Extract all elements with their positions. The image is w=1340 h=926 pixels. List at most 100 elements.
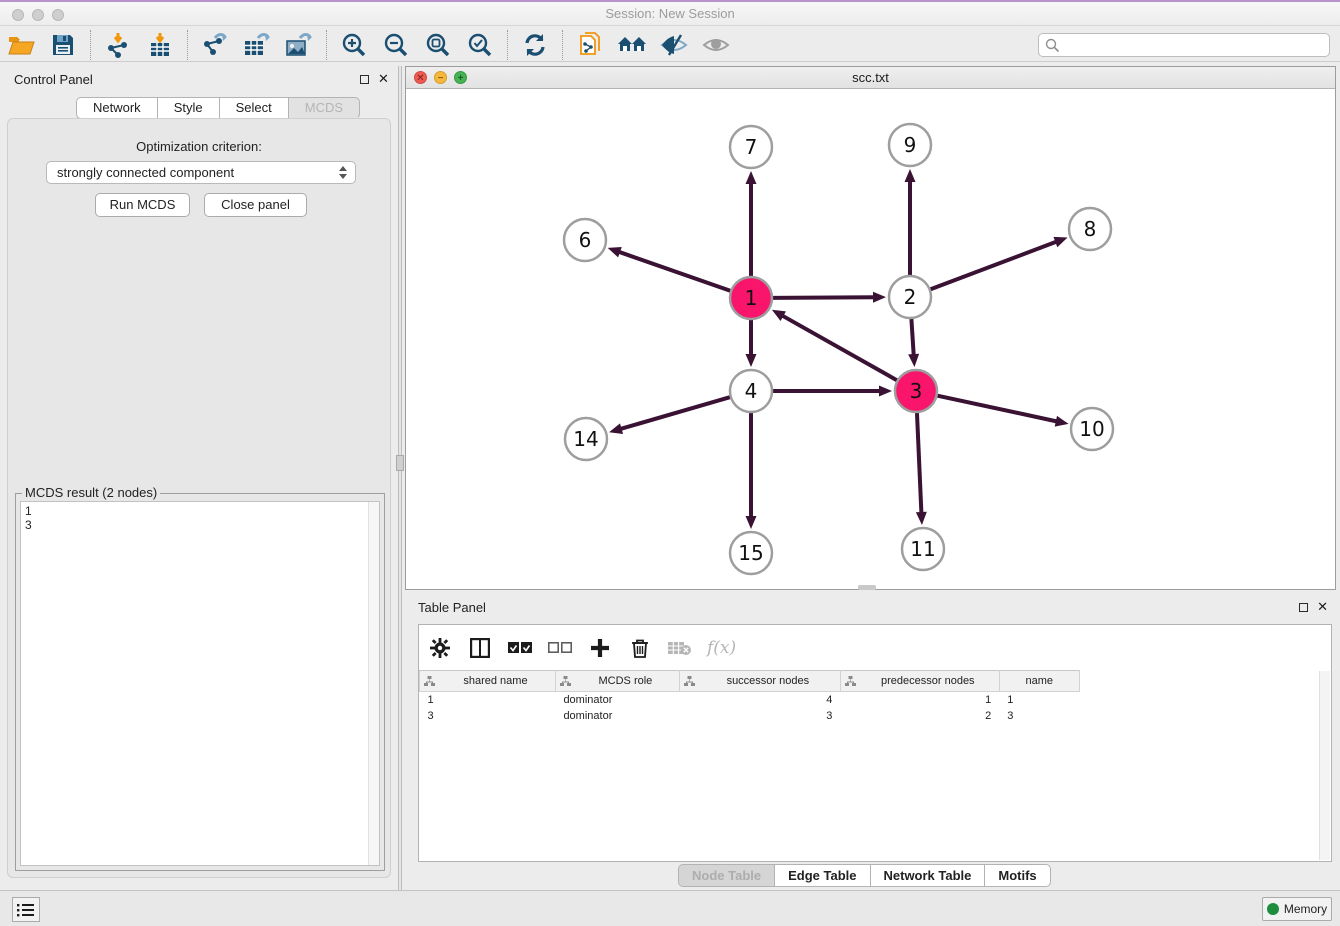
edge-2-8[interactable]: [931, 237, 1068, 289]
edge-3-1[interactable]: [772, 310, 897, 380]
column-panel-icon[interactable]: [467, 635, 493, 661]
node-2[interactable]: 2: [889, 276, 931, 318]
toolbar-separator: [507, 30, 508, 60]
zoom-out-icon[interactable]: [379, 30, 413, 60]
criterion-dropdown[interactable]: strongly connected component: [46, 161, 356, 184]
edge-1-4[interactable]: [746, 320, 757, 367]
close-panel-icon[interactable]: ✕: [378, 74, 389, 84]
column-header-predecessor-nodes[interactable]: predecessor nodes: [840, 671, 999, 692]
node-14[interactable]: 14: [565, 418, 607, 460]
table-row[interactable]: 1dominator411: [420, 692, 1332, 708]
search-input[interactable]: [1060, 35, 1329, 55]
column-header-successor-nodes[interactable]: successor nodes: [679, 671, 840, 692]
node-3[interactable]: 3: [895, 370, 937, 412]
edge-3-10[interactable]: [938, 396, 1069, 427]
tab-style[interactable]: Style: [157, 97, 220, 119]
tab-select[interactable]: Select: [219, 97, 289, 119]
edge-3-11[interactable]: [916, 413, 927, 525]
zoom-selected-icon[interactable]: [463, 30, 497, 60]
edge-1-7[interactable]: [746, 171, 757, 276]
table-cell[interactable]: 3: [679, 708, 840, 724]
table-cell[interactable]: 4: [679, 692, 840, 708]
import-network-icon[interactable]: [101, 30, 135, 60]
tab-motifs[interactable]: Motifs: [984, 864, 1050, 887]
unselect-all-columns-icon[interactable]: [547, 635, 573, 661]
export-image-icon[interactable]: [282, 30, 316, 60]
function-builder-icon[interactable]: f(x): [707, 638, 736, 658]
export-table-icon[interactable]: [240, 30, 274, 60]
network-close-icon[interactable]: ✕: [414, 71, 427, 84]
table-scrollbar[interactable]: [1319, 671, 1330, 860]
node-9[interactable]: 9: [889, 124, 931, 166]
network-canvas[interactable]: 7 9 6 8 1 2 4 3 14 10 15 11: [406, 89, 1335, 589]
edge-1-6[interactable]: [608, 247, 731, 291]
network-window-titlebar[interactable]: ✕ − + scc.txt: [406, 67, 1335, 89]
table-mode-gear-icon[interactable]: [427, 635, 453, 661]
clone-network-icon[interactable]: [573, 30, 607, 60]
zoom-in-icon[interactable]: [337, 30, 371, 60]
node-15[interactable]: 15: [730, 532, 772, 574]
edge-4-14[interactable]: [609, 397, 730, 434]
result-scrollbar[interactable]: [368, 502, 379, 865]
edge-4-15[interactable]: [746, 413, 757, 529]
hide-details-icon[interactable]: [699, 30, 733, 60]
search-field[interactable]: [1038, 33, 1330, 57]
network-minimize-icon[interactable]: −: [434, 71, 447, 84]
column-header-name[interactable]: name: [999, 671, 1079, 692]
tab-edge-table[interactable]: Edge Table: [774, 864, 870, 887]
table-cell[interactable]: 1: [420, 692, 556, 708]
table-cell[interactable]: dominator: [555, 708, 679, 724]
network-maximize-icon[interactable]: +: [454, 71, 467, 84]
node-11[interactable]: 11: [902, 528, 944, 570]
table-cell[interactable]: 3: [999, 708, 1079, 724]
add-column-icon[interactable]: [587, 635, 613, 661]
save-session-icon[interactable]: [46, 30, 80, 60]
window-zoom-button[interactable]: [52, 9, 64, 21]
float-window-icon[interactable]: [360, 75, 369, 84]
open-session-icon[interactable]: [4, 30, 38, 60]
mcds-result-text[interactable]: 1 3: [20, 501, 380, 866]
edge-2-9[interactable]: [905, 169, 916, 275]
table-cell[interactable]: dominator: [555, 692, 679, 708]
refresh-layout-icon[interactable]: [518, 30, 552, 60]
edge-4-3[interactable]: [773, 386, 892, 397]
delete-columns-icon[interactable]: [627, 635, 653, 661]
table-row[interactable]: 3dominator323: [420, 708, 1332, 724]
edge-1-2[interactable]: [773, 292, 886, 303]
table-cell[interactable]: 1: [999, 692, 1079, 708]
float-window-icon[interactable]: [1299, 603, 1308, 612]
node-10[interactable]: 10: [1071, 408, 1113, 450]
node-8[interactable]: 8: [1069, 208, 1111, 250]
close-panel-button[interactable]: Close panel: [204, 193, 307, 217]
delete-table-icon[interactable]: [667, 635, 693, 661]
import-table-icon[interactable]: [143, 30, 177, 60]
panel-splitter[interactable]: [398, 66, 402, 890]
select-all-columns-icon[interactable]: [507, 635, 533, 661]
window-minimize-button[interactable]: [32, 9, 44, 21]
node-1[interactable]: 1: [730, 277, 772, 319]
close-panel-icon[interactable]: ✕: [1317, 602, 1328, 612]
memory-button[interactable]: Memory: [1262, 897, 1332, 921]
tab-mcds[interactable]: MCDS: [288, 97, 360, 119]
column-header-MCDS-role[interactable]: MCDS role: [555, 671, 679, 692]
node-6[interactable]: 6: [564, 219, 606, 261]
zoom-fit-icon[interactable]: [421, 30, 455, 60]
node-7[interactable]: 7: [730, 126, 772, 168]
task-history-button[interactable]: [12, 897, 40, 922]
tab-network-table[interactable]: Network Table: [870, 864, 986, 887]
node-4[interactable]: 4: [730, 370, 772, 412]
table-cell[interactable]: 1: [840, 692, 999, 708]
table-cell[interactable]: 2: [840, 708, 999, 724]
canvas-scrollbar-handle[interactable]: [858, 585, 876, 590]
tab-node-table[interactable]: Node Table: [678, 864, 775, 887]
column-header-shared-name[interactable]: shared name: [420, 671, 556, 692]
run-mcds-button[interactable]: Run MCDS: [95, 193, 190, 217]
edge-2-3[interactable]: [908, 319, 919, 367]
window-close-button[interactable]: [12, 9, 24, 21]
tab-network[interactable]: Network: [76, 97, 158, 119]
table-cell[interactable]: 3: [420, 708, 556, 724]
export-network-icon[interactable]: [198, 30, 232, 60]
splitter-handle[interactable]: [396, 455, 404, 471]
toggle-graphics-details-icon[interactable]: [657, 30, 691, 60]
show-all-networks-icon[interactable]: [615, 30, 649, 60]
